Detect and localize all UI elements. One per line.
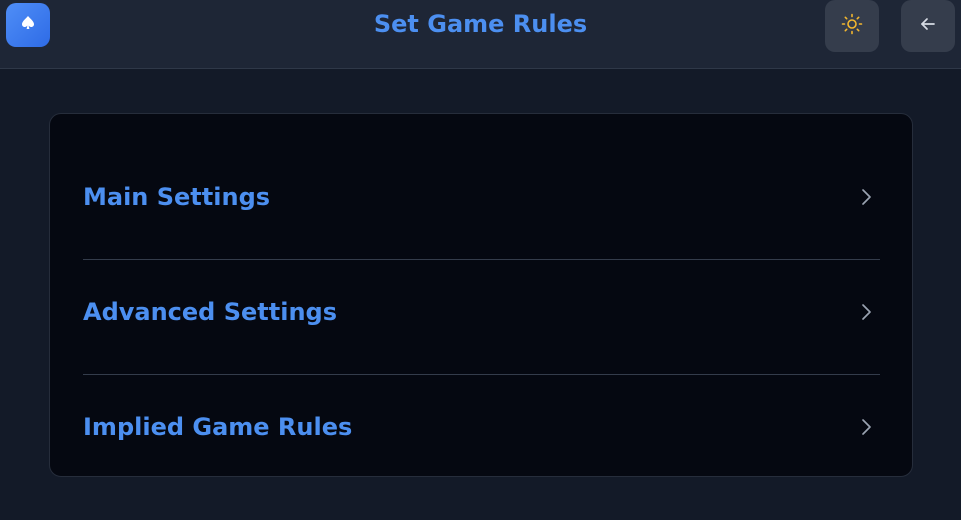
chevron-right-icon xyxy=(856,417,876,437)
menu-item-label: Implied Game Rules xyxy=(83,413,353,441)
settings-card: Main Settings Advanced Settings Implied … xyxy=(49,113,913,477)
menu-item-advanced-settings[interactable]: Advanced Settings xyxy=(83,255,880,369)
top-bar: Set Game Rules xyxy=(0,0,961,69)
chevron-right-icon xyxy=(856,302,876,322)
chevron-right-icon xyxy=(856,187,876,207)
menu-item-label: Advanced Settings xyxy=(83,298,338,326)
menu-item-main-settings[interactable]: Main Settings xyxy=(83,140,880,254)
spade-icon xyxy=(20,15,36,35)
theme-toggle-button[interactable] xyxy=(825,0,879,52)
menu-item-implied-game-rules[interactable]: Implied Game Rules xyxy=(83,370,880,484)
sun-icon xyxy=(841,13,863,39)
app-logo-button[interactable] xyxy=(6,3,50,47)
page-title: Set Game Rules xyxy=(373,10,588,38)
menu-item-label: Main Settings xyxy=(83,183,271,211)
back-button[interactable] xyxy=(901,0,955,52)
arrow-left-icon xyxy=(918,14,938,38)
